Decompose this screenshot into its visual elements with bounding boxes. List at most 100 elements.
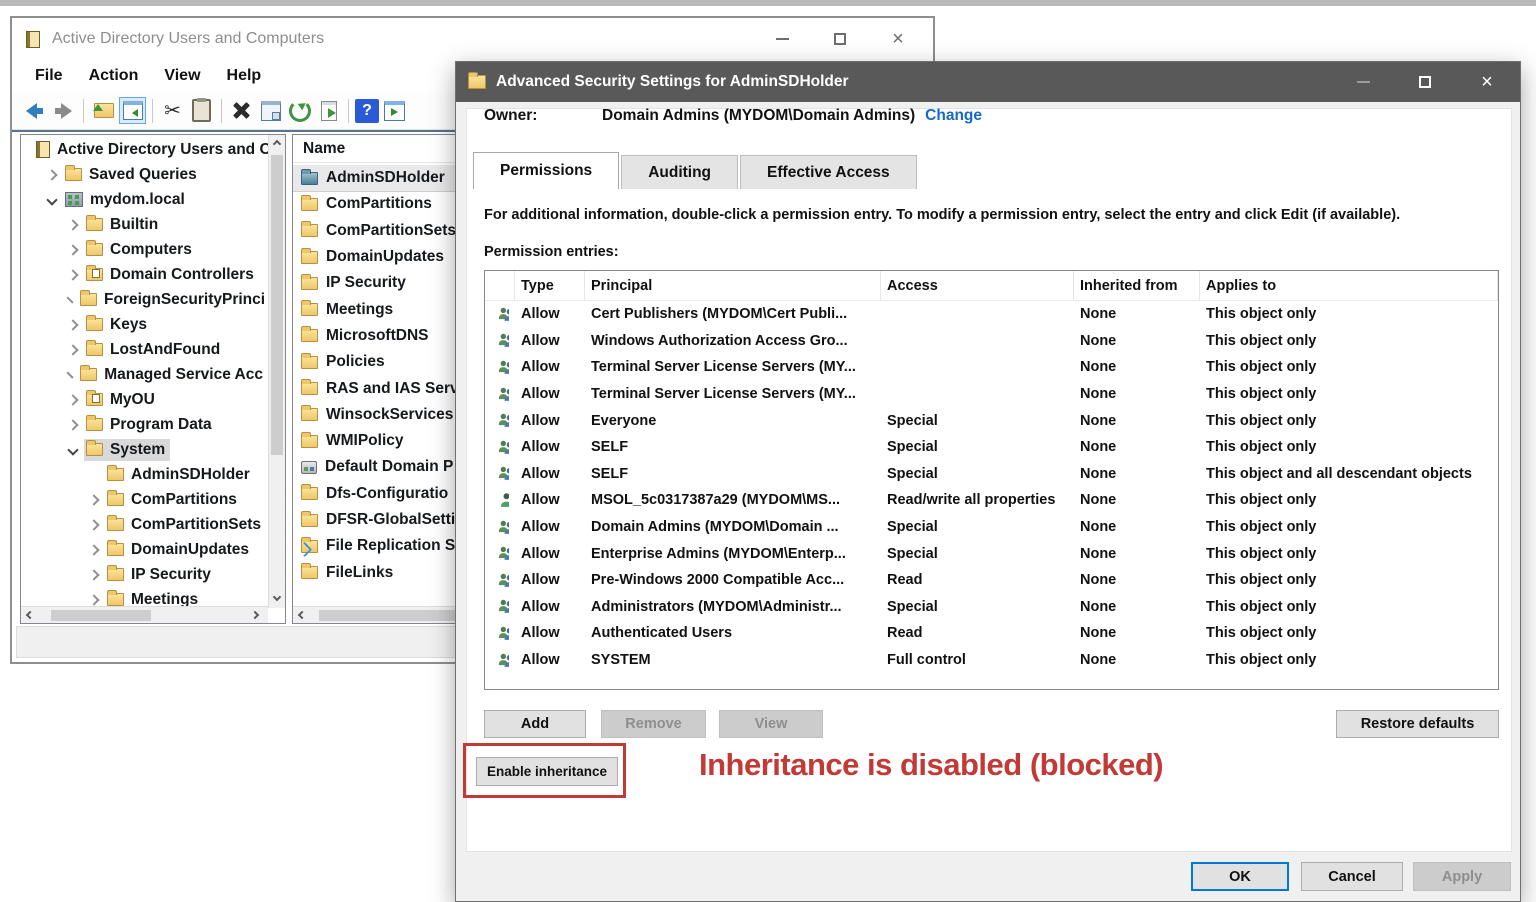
expand-icon[interactable] (88, 569, 99, 580)
column-header-inherited-from[interactable]: Inherited from (1074, 271, 1200, 300)
tree-item-foreignsecurityprinci[interactable]: ForeignSecurityPrinci (21, 287, 268, 312)
expand-icon[interactable] (88, 544, 99, 555)
tab-auditing[interactable]: Auditing (621, 155, 738, 189)
column-header-applies-to[interactable]: Applies to (1200, 271, 1498, 300)
properties-icon[interactable] (257, 97, 284, 124)
add-button[interactable]: Add (484, 710, 586, 738)
tree-item-adminsdholder[interactable]: AdminSDHolder (21, 462, 268, 487)
expand-icon[interactable] (88, 594, 99, 605)
permission-entry-row[interactable]: AllowTerminal Server License Servers (MY… (485, 354, 1498, 381)
permission-entry-row[interactable]: AllowSELFSpecialNoneThis object only (485, 434, 1498, 461)
tree-item-lostandfound[interactable]: LostAndFound (21, 337, 268, 362)
refresh-icon[interactable] (286, 97, 313, 124)
tree-vertical-scrollbar[interactable] (268, 135, 285, 608)
cancel-button[interactable]: Cancel (1301, 862, 1403, 891)
expand-icon[interactable] (88, 519, 99, 530)
help-icon[interactable]: ? (355, 99, 379, 123)
console-tree-icon[interactable] (119, 97, 146, 124)
expand-icon[interactable] (67, 244, 78, 255)
tree-item-myou[interactable]: MyOU (21, 387, 268, 412)
tree-item-mydom-local[interactable]: mydom.local (21, 187, 268, 212)
expand-icon[interactable] (46, 169, 57, 180)
tree-item-system[interactable]: System (21, 437, 268, 462)
tab-permissions[interactable]: Permissions (473, 152, 619, 189)
apply-button[interactable]: Apply (1413, 862, 1511, 891)
tree-item-ip-security[interactable]: IP Security (21, 562, 268, 587)
permission-entry-row[interactable]: AllowDomain Admins (MYDOM\Domain ...Spec… (485, 514, 1498, 541)
expand-icon[interactable] (67, 219, 78, 230)
scroll-up-icon[interactable] (273, 140, 281, 148)
permission-entry-row[interactable]: AllowPre-Windows 2000 Compatible Acc...R… (485, 567, 1498, 594)
restore-defaults-button[interactable]: Restore defaults (1336, 710, 1499, 738)
tree-item-compartitionsets[interactable]: ComPartitionSets (21, 512, 268, 537)
menu-file[interactable]: File (24, 64, 74, 88)
permission-entry-row[interactable]: AllowTerminal Server License Servers (MY… (485, 381, 1498, 408)
menu-view[interactable]: View (153, 64, 211, 88)
permission-entry-row[interactable]: AllowAdministrators (MYDOM\Administr...S… (485, 594, 1498, 621)
expand-icon[interactable] (67, 419, 78, 430)
expand-icon[interactable] (67, 269, 78, 280)
tree-item-compartitions[interactable]: ComPartitions (21, 487, 268, 512)
aduc-minimize-button[interactable] (753, 18, 811, 60)
scroll-right-icon[interactable] (251, 611, 259, 619)
paste-icon[interactable] (188, 97, 215, 124)
tree-item-domainupdates[interactable]: DomainUpdates (21, 537, 268, 562)
scroll-down-icon[interactable] (273, 593, 281, 601)
tree-item-meetings[interactable]: Meetings (21, 587, 268, 606)
scroll-left-icon[interactable] (26, 611, 34, 619)
tree-item-keys[interactable]: Keys (21, 312, 268, 337)
scroll-thumb[interactable] (271, 155, 283, 455)
dialog-close-button[interactable]: × (1456, 62, 1518, 102)
permission-entry-row[interactable]: AllowEnterprise Admins (MYDOM\Enterp...S… (485, 540, 1498, 567)
new-window-icon[interactable] (381, 97, 408, 124)
menu-help[interactable]: Help (216, 64, 273, 88)
tree-item-computers[interactable]: Computers (21, 237, 268, 262)
tree-item-builtin[interactable]: Builtin (21, 212, 268, 237)
delete-icon[interactable] (228, 97, 255, 124)
permission-entry-row[interactable]: AllowCert Publishers (MYDOM\Cert Publi..… (485, 301, 1498, 328)
aduc-close-button[interactable]: × (869, 18, 927, 60)
collapse-icon[interactable] (46, 194, 57, 205)
group-icon (485, 332, 515, 349)
aduc-maximize-button[interactable] (811, 18, 869, 60)
tree-item-program-data[interactable]: Program Data (21, 412, 268, 437)
permission-entry-row[interactable]: AllowMSOL_5c0317387a29 (MYDOM\MS...Read/… (485, 487, 1498, 514)
view-button[interactable]: View (719, 710, 823, 738)
scroll-left-icon[interactable] (298, 611, 306, 619)
permission-entry-row[interactable]: AllowSYSTEMFull controlNoneThis object o… (485, 647, 1498, 674)
dialog-maximize-button[interactable] (1394, 62, 1456, 102)
permission-entry-row[interactable]: AllowEveryoneSpecialNoneThis object only (485, 407, 1498, 434)
tab-effective-access[interactable]: Effective Access (740, 155, 917, 189)
cell-inherited-from: None (1074, 466, 1200, 482)
expand-icon[interactable] (66, 296, 73, 303)
tree-item-active-directory-users-and-c[interactable]: Active Directory Users and C (21, 137, 268, 162)
expand-icon[interactable] (67, 344, 78, 355)
scroll-thumb[interactable] (51, 610, 151, 621)
export-list-icon[interactable] (315, 97, 342, 124)
change-owner-link[interactable]: Change (925, 107, 982, 125)
tree-item-managed-service-acc[interactable]: Managed Service Acc (21, 362, 268, 387)
tree-item-saved-queries[interactable]: Saved Queries (21, 162, 268, 187)
tree-horizontal-scrollbar[interactable] (21, 606, 268, 623)
forward-icon[interactable] (50, 97, 77, 124)
collapse-icon[interactable] (67, 444, 78, 455)
ok-button[interactable]: OK (1191, 862, 1289, 891)
expand-icon[interactable] (66, 371, 73, 378)
enable-inheritance-button[interactable]: Enable inheritance (476, 757, 618, 786)
up-one-level-icon[interactable] (90, 97, 117, 124)
expand-icon[interactable] (67, 394, 78, 405)
expand-icon[interactable] (88, 494, 99, 505)
column-header-principal[interactable]: Principal (585, 271, 881, 300)
menu-action[interactable]: Action (78, 64, 150, 88)
expand-icon[interactable] (67, 319, 78, 330)
permission-entry-row[interactable]: AllowWindows Authorization Access Gro...… (485, 328, 1498, 355)
tree-item-domain-controllers[interactable]: Domain Controllers (21, 262, 268, 287)
column-header-type[interactable]: Type (515, 271, 585, 300)
column-header-access[interactable]: Access (881, 271, 1074, 300)
dialog-minimize-button[interactable] (1332, 62, 1394, 102)
permission-entry-row[interactable]: AllowSELFSpecialNoneThis object and all … (485, 461, 1498, 488)
back-icon[interactable] (21, 97, 48, 124)
cut-icon[interactable]: ✂ (159, 97, 186, 124)
remove-button[interactable]: Remove (601, 710, 706, 738)
permission-entry-row[interactable]: AllowAuthenticated UsersReadNoneThis obj… (485, 620, 1498, 647)
